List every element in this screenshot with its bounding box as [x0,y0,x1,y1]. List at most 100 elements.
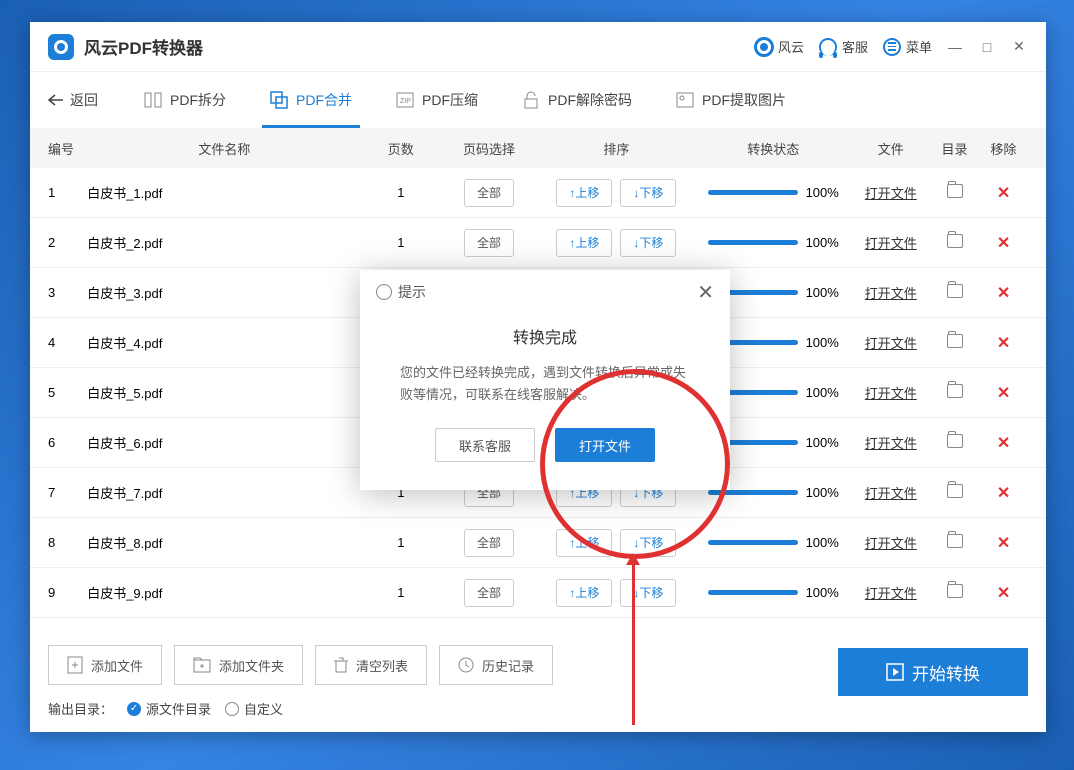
row-num: 7 [48,485,87,500]
page-select-button[interactable]: 全部 [464,579,514,607]
app-logo-icon [48,34,74,60]
remove-button[interactable]: ✕ [997,535,1010,552]
row-filename: 白皮书_4.pdf [87,333,361,352]
move-down-button[interactable]: ↓下移 [620,529,676,557]
move-down-button[interactable]: ↓下移 [620,179,676,207]
remove-button[interactable]: ✕ [997,485,1010,502]
progress-percent: 100% [806,235,839,250]
tab-pdf-split[interactable]: PDF拆分 [126,72,244,128]
open-file-link[interactable]: 打开文件 [865,236,917,251]
page-select-button[interactable]: 全部 [464,179,514,207]
radio-custom-dir[interactable]: 自定义 [225,699,283,718]
folder-icon[interactable] [947,234,963,248]
row-num: 5 [48,385,87,400]
remove-button[interactable]: ✕ [997,335,1010,352]
bulb-icon [376,284,392,300]
row-filename: 白皮书_6.pdf [87,433,361,452]
open-file-link[interactable]: 打开文件 [865,336,917,351]
open-file-link[interactable]: 打开文件 [865,586,917,601]
open-file-link[interactable]: 打开文件 [865,286,917,301]
open-file-link[interactable]: 打开文件 [865,386,917,401]
folder-icon[interactable] [947,584,963,598]
open-file-button[interactable]: 打开文件 [555,428,655,462]
close-button[interactable]: ✕ [1010,38,1028,56]
folder-icon[interactable] [947,384,963,398]
move-down-button[interactable]: ↓下移 [620,229,676,257]
row-filename: 白皮书_8.pdf [87,533,361,552]
image-icon [676,91,694,109]
tab-pdf-compress[interactable]: ZIP PDF压缩 [378,72,496,128]
support-button[interactable]: 客服 [818,37,868,57]
folder-icon[interactable] [947,184,963,198]
radio-source-dir[interactable]: 源文件目录 [127,699,211,718]
modal-title: 转换完成 [400,324,690,348]
row-filename: 白皮书_3.pdf [87,283,361,302]
move-down-button[interactable]: ↓下移 [620,579,676,607]
compress-icon: ZIP [396,91,414,109]
row-num: 4 [48,335,87,350]
page-select-button[interactable]: 全部 [464,229,514,257]
table-row: 8白皮书_8.pdf1全部↑上移↓下移100%打开文件✕ [30,518,1046,568]
maximize-button[interactable]: □ [978,38,996,56]
row-filename: 白皮书_5.pdf [87,383,361,402]
remove-button[interactable]: ✕ [997,435,1010,452]
progress-bar [708,590,798,595]
back-button[interactable]: 返回 [48,90,98,110]
history-button[interactable]: 历史记录 [439,645,553,685]
app-title: 风云PDF转换器 [84,34,754,59]
row-num: 1 [48,185,87,200]
row-filename: 白皮书_1.pdf [87,183,361,202]
remove-button[interactable]: ✕ [997,385,1010,402]
move-up-button[interactable]: ↑上移 [556,179,612,207]
folder-icon[interactable] [947,434,963,448]
menu-icon [883,38,901,56]
add-file-button[interactable]: 添加文件 [48,645,162,685]
progress-bar [708,190,798,195]
remove-button[interactable]: ✕ [997,285,1010,302]
folder-icon[interactable] [947,534,963,548]
row-filename: 白皮书_9.pdf [87,583,361,602]
row-pages: 1 [362,185,440,200]
completion-modal: 提示 ✕ 转换完成 您的文件已经转换完成，遇到文件转换后异常或失败等情况，可联系… [360,270,730,490]
progress-bar [708,540,798,545]
move-up-button[interactable]: ↑上移 [556,579,612,607]
remove-button[interactable]: ✕ [997,185,1010,202]
brand-link[interactable]: 风云 [754,37,804,57]
folder-icon[interactable] [947,284,963,298]
move-up-button[interactable]: ↑上移 [556,229,612,257]
folder-icon[interactable] [947,334,963,348]
progress-percent: 100% [806,485,839,500]
open-file-link[interactable]: 打开文件 [865,436,917,451]
tab-pdf-extract-images[interactable]: PDF提取图片 [658,72,804,128]
open-file-link[interactable]: 打开文件 [865,536,917,551]
table-header: 编号 文件名称 页数 页码选择 排序 转换状态 文件 目录 移除 [30,128,1046,168]
remove-button[interactable]: ✕ [997,235,1010,252]
tab-pdf-merge[interactable]: PDF合并 [252,72,370,128]
open-file-link[interactable]: 打开文件 [865,186,917,201]
col-pages: 页数 [362,139,440,158]
bottom-bar: 添加文件 添加文件夹 清空列表 历史记录 输出目录： 源文件目录 自定义 开始转… [30,631,1046,732]
output-label: 输出目录： [48,699,113,718]
merge-icon [270,91,288,109]
move-up-button[interactable]: ↑上移 [556,529,612,557]
folder-icon[interactable] [947,484,963,498]
modal-close-button[interactable]: ✕ [697,280,714,305]
menu-button[interactable]: 菜单 [882,37,932,57]
table-row: 9白皮书_9.pdf1全部↑上移↓下移100%打开文件✕ [30,568,1046,618]
modal-text: 您的文件已经转换完成，遇到文件转换后异常或失败等情况，可联系在线客服解决。 [400,362,690,406]
start-convert-button[interactable]: 开始转换 [838,648,1028,696]
minimize-button[interactable]: — [946,38,964,56]
split-icon [144,91,162,109]
contact-support-button[interactable]: 联系客服 [435,428,535,462]
modal-tip-label: 提示 [398,282,426,302]
row-num: 2 [48,235,87,250]
progress-percent: 100% [806,335,839,350]
col-del: 移除 [979,139,1028,158]
page-select-button[interactable]: 全部 [464,529,514,557]
col-select: 页码选择 [440,139,538,158]
tab-pdf-unlock[interactable]: PDF解除密码 [504,72,650,128]
clear-list-button[interactable]: 清空列表 [315,645,427,685]
add-folder-button[interactable]: 添加文件夹 [174,645,303,685]
open-file-link[interactable]: 打开文件 [865,486,917,501]
remove-button[interactable]: ✕ [997,585,1010,602]
